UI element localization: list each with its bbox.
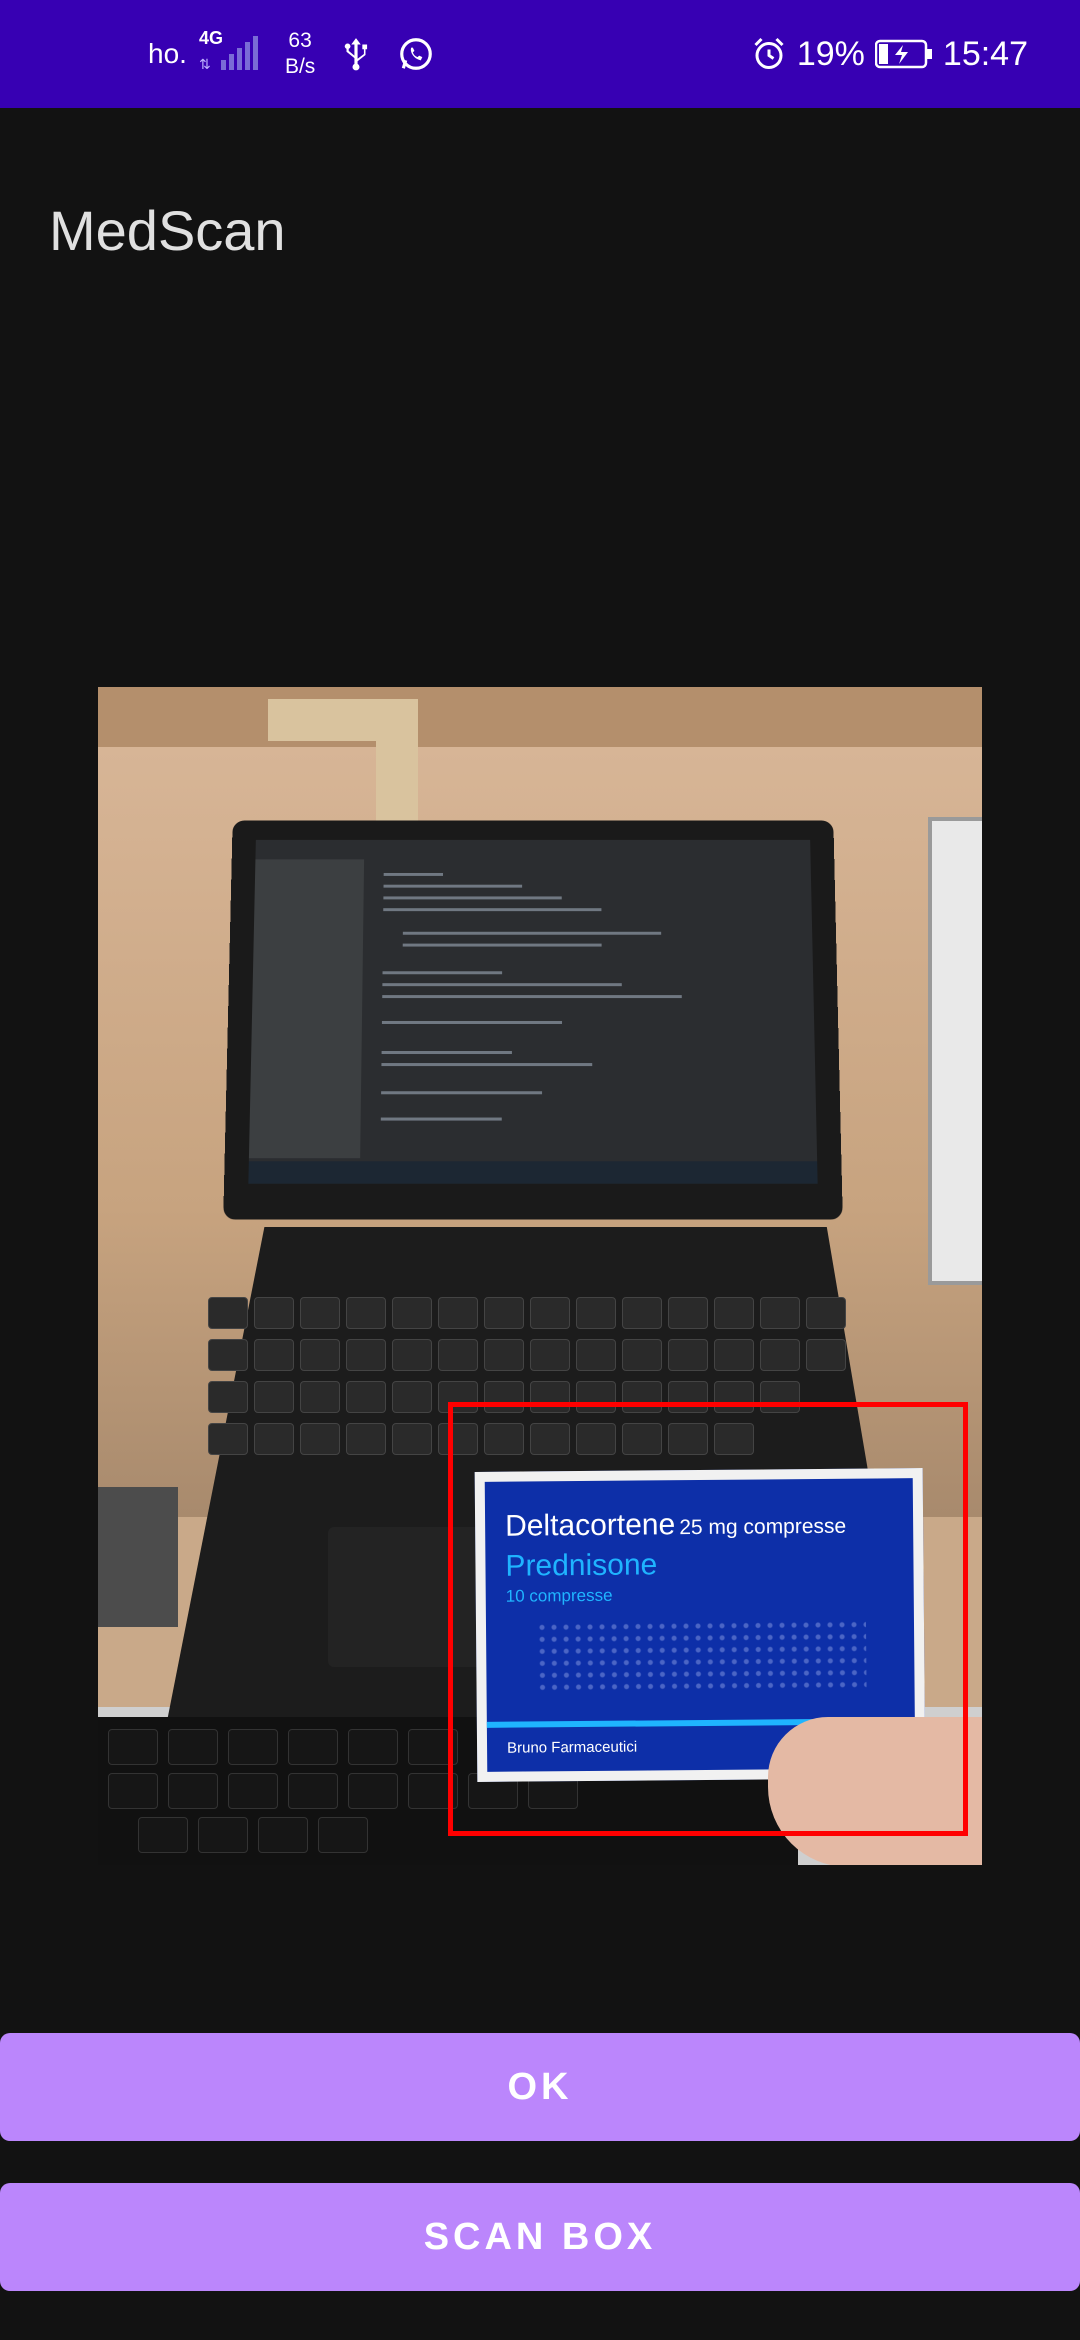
- ok-button[interactable]: OK: [0, 2033, 1080, 2141]
- network-type: 4G: [198, 28, 223, 48]
- status-bar: ho. 4G ⇅ 63 B/s 19% 15:47: [0, 0, 1080, 108]
- battery-percent: 19%: [796, 34, 865, 73]
- carrier-label: ho.: [148, 38, 187, 69]
- photo-side-monitor: [928, 817, 982, 1285]
- photo-shelf: [98, 687, 982, 747]
- photo-laptop-screen: [223, 820, 843, 1220]
- whatsapp-icon: [400, 38, 433, 70]
- app-title: MedScan: [49, 198, 286, 262]
- signal-bars: [220, 34, 261, 70]
- usb-icon: [345, 38, 368, 71]
- photo-pen-holder: [98, 1487, 178, 1627]
- photo-ide-code: [380, 872, 804, 1152]
- photo-ide-sidebar: [248, 859, 365, 1159]
- detection-bounding-box: [448, 1402, 968, 1836]
- scan-box-button[interactable]: SCAN BOX: [0, 2183, 1080, 2291]
- status-left: ho. 4G ⇅ 63 B/s: [148, 0, 435, 108]
- battery-charging-icon: [874, 39, 932, 69]
- speed-unit: B/s: [284, 55, 316, 78]
- network-speed: 63 B/s: [285, 28, 315, 80]
- alarm-icon: [754, 37, 784, 69]
- photo-taskbar: [248, 1161, 818, 1184]
- signal-icon: 4G ⇅: [199, 24, 259, 84]
- photo-ide: [248, 839, 818, 1184]
- clock: 15:47: [942, 34, 1028, 73]
- speed-value: 63: [288, 29, 312, 52]
- data-arrows-icon: ⇅: [198, 56, 211, 72]
- status-right: 19% 15:47: [751, 0, 1028, 108]
